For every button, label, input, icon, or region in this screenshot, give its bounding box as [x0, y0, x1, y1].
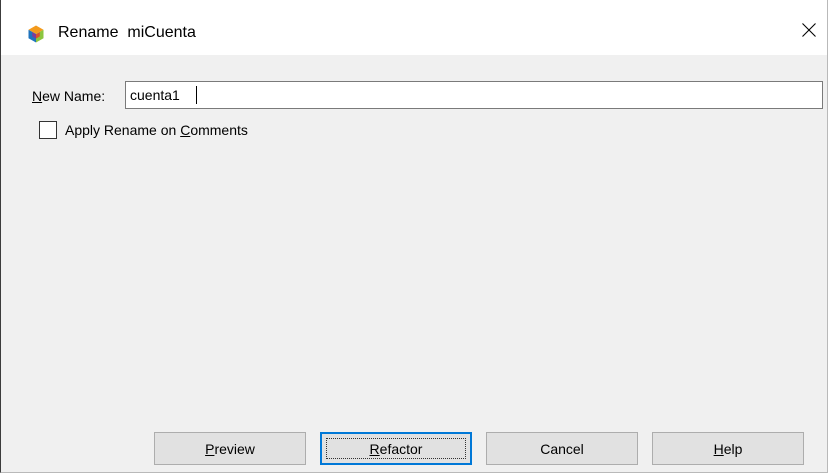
close-icon [802, 22, 816, 42]
new-name-label-access: N [32, 88, 43, 104]
preview-button[interactable]: Preview [154, 432, 306, 465]
title-target: miCuenta [127, 24, 196, 41]
new-name-label-rest: ew Name: [42, 88, 106, 104]
close-button[interactable] [791, 14, 827, 50]
new-name-input[interactable] [125, 81, 823, 109]
cancel-label: Cancel [540, 440, 584, 457]
dialog-content [1, 55, 827, 472]
apply-label-access: C [180, 122, 191, 138]
rename-dialog: Rename miCuenta New Name: Apply Rename o… [0, 0, 828, 473]
apply-on-comments-label[interactable]: Apply Rename on Comments [65, 122, 248, 138]
cancel-button[interactable]: Cancel [486, 432, 638, 465]
help-access: H [713, 440, 724, 457]
apply-label-before: Apply Rename on [65, 122, 181, 138]
help-button[interactable]: Help [652, 432, 804, 465]
netbeans-cube-icon [27, 25, 45, 43]
window-title: Rename miCuenta [58, 23, 196, 43]
refactor-rest: efactor [379, 440, 423, 457]
help-rest: elp [723, 440, 743, 457]
text-caret [196, 86, 197, 104]
preview-access: P [205, 440, 215, 457]
refactor-button[interactable]: Refactor [320, 432, 472, 465]
title-prefix: Rename [58, 24, 119, 41]
new-name-label: New Name: [32, 88, 105, 104]
title-bar[interactable]: Rename miCuenta [1, 0, 827, 55]
apply-on-comments-checkbox[interactable] [39, 121, 57, 139]
refactor-access: R [369, 440, 380, 457]
apply-label-after: omments [190, 122, 248, 138]
preview-rest: review [214, 440, 255, 457]
